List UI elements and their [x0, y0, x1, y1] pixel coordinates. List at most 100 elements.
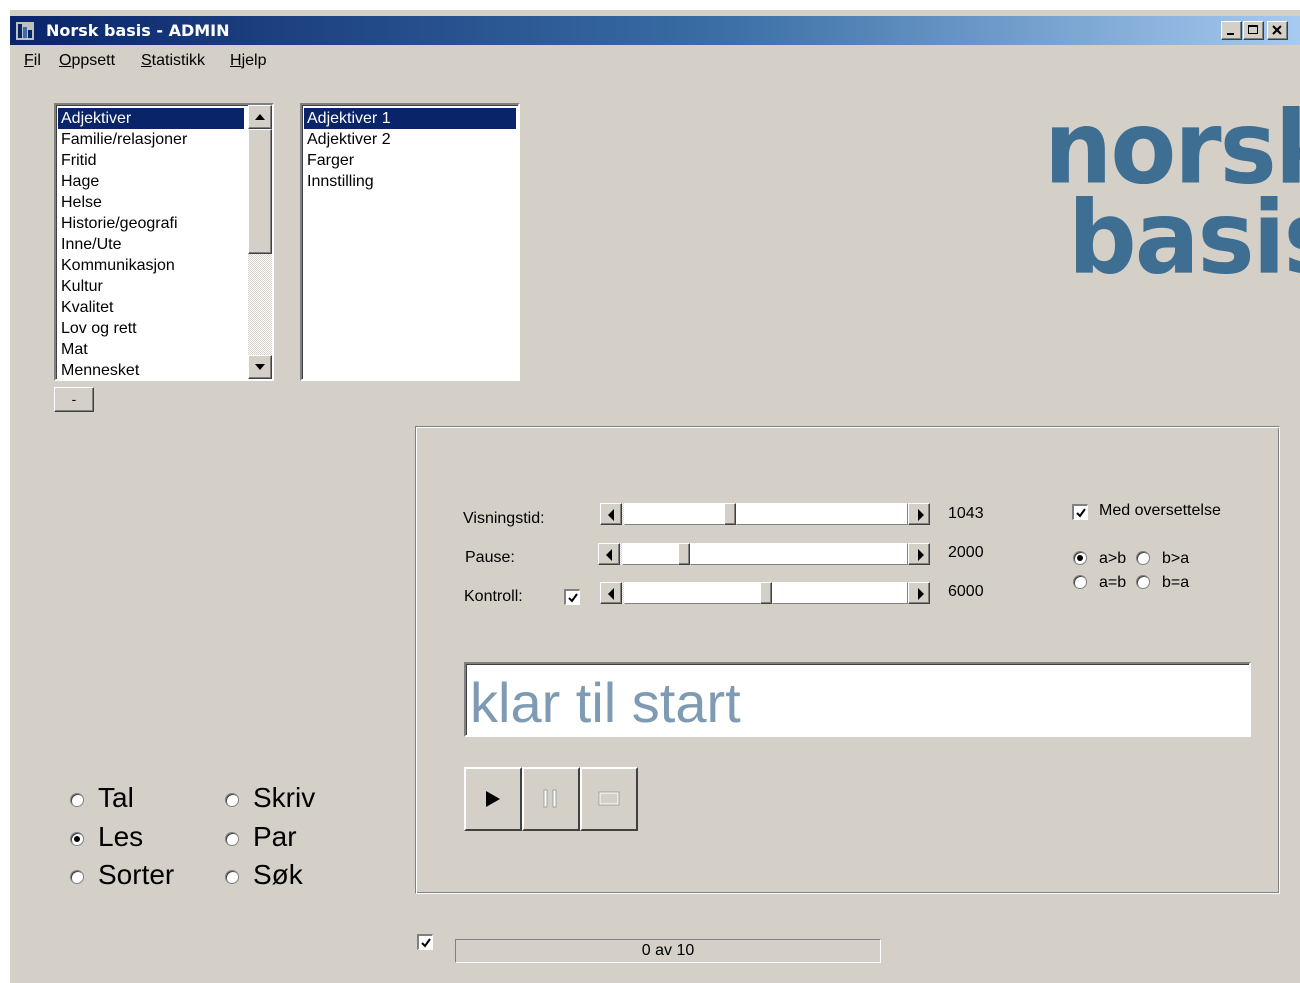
direction-radio-a-eq-b[interactable] — [1073, 575, 1087, 589]
list-item[interactable]: Fritid — [58, 150, 244, 171]
arrow-down-icon — [255, 364, 265, 370]
play-icon — [486, 791, 500, 807]
slider-thumb[interactable] — [724, 503, 736, 525]
menu-oppsett[interactable]: Oppsett — [59, 52, 115, 70]
close-icon — [1272, 25, 1282, 35]
arrow-left-icon — [608, 509, 614, 521]
maximize-button[interactable] — [1243, 21, 1264, 40]
stop-button[interactable] — [580, 767, 638, 831]
list-item[interactable]: Farger — [304, 150, 516, 171]
menu-statistikk-hotkey: S — [141, 52, 152, 69]
lesson-list[interactable]: Adjektiver 1 Adjektiver 2 Farger Innstil… — [300, 103, 520, 381]
category-list[interactable]: Adjektiver Familie/relasjoner Fritid Hag… — [54, 103, 274, 381]
direction-radio-b-eq-a[interactable] — [1136, 575, 1150, 589]
list-item[interactable]: Familie/relasjoner — [58, 129, 244, 150]
mode-label: Les — [98, 821, 144, 852]
maximize-icon — [1248, 25, 1258, 34]
scroll-down-button[interactable] — [248, 355, 272, 379]
visningstid-slider[interactable] — [600, 503, 930, 525]
mode-radio-sok[interactable] — [225, 870, 239, 884]
direction-label: a=b — [1099, 574, 1127, 591]
list-item[interactable]: Kommunikasjon — [58, 255, 244, 276]
progress-bar: 0 av 10 — [455, 939, 881, 963]
list-item[interactable]: Mat — [58, 339, 244, 360]
mode-radio-sorter[interactable] — [70, 870, 84, 884]
oversettelse-checkbox[interactable] — [1072, 504, 1088, 520]
slider-right-button[interactable] — [908, 582, 930, 604]
menu-oppsett-label: ppsett — [71, 52, 116, 69]
stop-icon — [598, 791, 620, 806]
list-item[interactable]: Adjektiver 2 — [304, 129, 516, 150]
menu-fil[interactable]: Fil — [24, 52, 41, 70]
list-item[interactable]: Kultur — [58, 276, 244, 297]
menu-statistikk[interactable]: Statistikk — [141, 52, 205, 70]
list-item[interactable]: Inne/Ute — [58, 234, 244, 255]
minimize-button[interactable] — [1221, 21, 1242, 40]
menu-statistikk-label: tatistikk — [151, 52, 206, 69]
list-item[interactable]: Historie/geografi — [58, 213, 244, 234]
pause-slider[interactable] — [598, 543, 930, 565]
app-window: Norsk basis - ADMIN Fil Oppsett Statisti… — [10, 10, 1300, 983]
menu-fil-hotkey: F — [24, 52, 34, 69]
list-item[interactable]: Adjektiver — [58, 108, 244, 129]
list-item[interactable]: Innstilling — [304, 171, 516, 192]
slider-right-button[interactable] — [908, 543, 930, 565]
kontroll-value: 6000 — [948, 583, 984, 600]
minimize-icon — [1227, 33, 1234, 35]
arrow-left-icon — [608, 588, 614, 600]
scroll-thumb[interactable] — [248, 129, 272, 254]
menu-oppsett-hotkey: O — [59, 52, 72, 69]
checkmark-icon — [568, 593, 578, 603]
mode-label: Sorter — [98, 859, 175, 890]
list-item[interactable]: Hage — [58, 171, 244, 192]
arrow-right-icon — [918, 588, 924, 600]
mode-label: Par — [253, 821, 297, 852]
direction-radio-b-a[interactable] — [1136, 551, 1150, 565]
mode-label: Skriv — [253, 782, 316, 813]
arrow-right-icon — [918, 509, 924, 521]
list-item[interactable]: Lov og rett — [58, 318, 244, 339]
arrow-up-icon — [255, 114, 265, 120]
visningstid-value: 1043 — [948, 505, 984, 522]
arrow-right-icon — [918, 549, 924, 561]
slider-track-rest — [736, 503, 908, 525]
list-item[interactable]: Kvalitet — [58, 297, 244, 318]
menu-bar: Fil Oppsett Statistikk Hjelp — [10, 48, 1300, 74]
mode-radio-par[interactable] — [225, 832, 239, 846]
mode-radio-tal[interactable] — [70, 793, 84, 807]
list-item[interactable]: Helse — [58, 192, 244, 213]
slider-left-button[interactable] — [598, 543, 620, 565]
list-item[interactable]: Adjektiver 1 — [304, 108, 516, 129]
menu-hjelp-hotkey: H — [230, 52, 242, 69]
slider-thumb[interactable] — [678, 543, 690, 565]
kontroll-slider[interactable] — [600, 582, 930, 604]
window-title: Norsk basis - ADMIN — [46, 21, 230, 40]
kontroll-checkbox[interactable] — [564, 589, 580, 605]
play-button[interactable] — [464, 767, 522, 831]
direction-label: a>b — [1099, 550, 1127, 567]
mode-radio-skriv[interactable] — [225, 793, 239, 807]
mode-radio-les[interactable] — [70, 832, 84, 846]
slider-right-button[interactable] — [908, 503, 930, 525]
category-scrollbar[interactable] — [248, 105, 272, 379]
remove-button[interactable]: - — [54, 387, 94, 412]
footer-checkbox[interactable] — [417, 934, 433, 950]
checkmark-icon — [1076, 508, 1086, 518]
logo-basis: basis — [1068, 179, 1300, 297]
checkmark-icon — [421, 938, 431, 948]
menu-hjelp[interactable]: Hjelp — [230, 52, 266, 70]
scroll-up-button[interactable] — [248, 105, 272, 129]
pause-value: 2000 — [948, 544, 984, 561]
slider-thumb[interactable] — [760, 582, 772, 604]
slider-track-fill — [622, 543, 682, 565]
menu-hjelp-label: jelp — [241, 52, 267, 69]
mode-label: Tal — [98, 782, 134, 813]
title-bar[interactable]: Norsk basis - ADMIN — [10, 16, 1300, 45]
slider-left-button[interactable] — [600, 503, 622, 525]
slider-left-button[interactable] — [600, 582, 622, 604]
close-button[interactable] — [1267, 21, 1288, 40]
pause-button[interactable] — [522, 767, 580, 831]
direction-radio-a-b[interactable] — [1073, 551, 1087, 565]
list-item[interactable]: Mennesket — [58, 360, 244, 379]
kontroll-label: Kontroll: — [464, 588, 523, 605]
